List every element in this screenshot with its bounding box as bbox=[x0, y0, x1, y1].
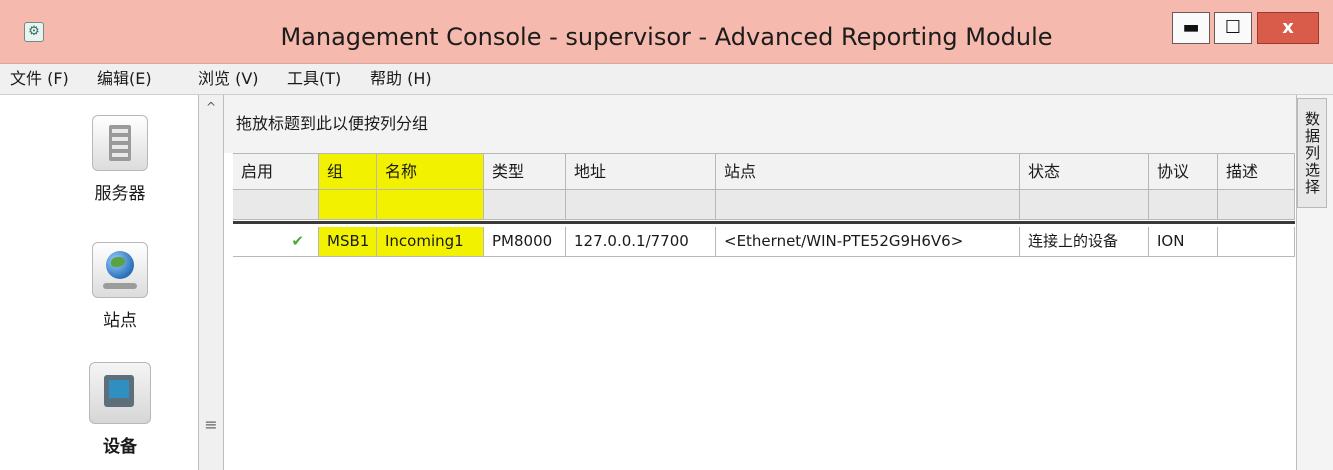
cell-protocol[interactable]: ION bbox=[1149, 227, 1218, 257]
device-icon bbox=[89, 362, 151, 424]
menu-help[interactable]: 帮助 (H) bbox=[370, 64, 432, 94]
window-title: Management Console - supervisor - Advanc… bbox=[280, 23, 1053, 51]
title-bar: ⚙ Management Console - supervisor - Adva… bbox=[0, 0, 1333, 64]
filter-cell-status[interactable] bbox=[1020, 190, 1149, 220]
cell-name[interactable]: Incoming1 bbox=[377, 227, 484, 257]
chevron-up-icon[interactable]: ^ bbox=[204, 99, 218, 115]
enabled-check-icon[interactable]: ✔ bbox=[233, 227, 319, 257]
filter-cell-description[interactable] bbox=[1218, 190, 1295, 220]
menu-bar: 文件 (F) 编辑(E) 浏览 (V) 工具(T) 帮助 (H) bbox=[0, 64, 1333, 95]
nav-item-device[interactable]: 设备 bbox=[70, 362, 170, 457]
column-header-type[interactable]: 类型 bbox=[484, 153, 566, 190]
column-header-status[interactable]: 状态 bbox=[1020, 153, 1149, 190]
nav-label-site: 站点 bbox=[103, 311, 137, 331]
column-header-enabled[interactable]: 启用 bbox=[233, 153, 319, 190]
cell-address[interactable]: 127.0.0.1/7700 bbox=[566, 227, 716, 257]
menu-tools[interactable]: 工具(T) bbox=[287, 64, 341, 94]
group-by-hint[interactable]: 拖放标题到此以便按列分组 bbox=[224, 95, 1296, 153]
menu-file[interactable]: 文件 (F) bbox=[10, 64, 69, 94]
menu-view[interactable]: 浏览 (V) bbox=[198, 64, 259, 94]
filter-cell-protocol[interactable] bbox=[1149, 190, 1218, 220]
column-header-description[interactable]: 描述 bbox=[1218, 153, 1295, 190]
device-grid: 拖放标题到此以便按列分组 启用 组 名称 类型 地址 站点 状态 协议 描述 ✔… bbox=[224, 95, 1296, 470]
filter-cell-name[interactable] bbox=[377, 190, 484, 220]
filter-cell-address[interactable] bbox=[566, 190, 716, 220]
left-navigation: 服务器 站点 设备 bbox=[0, 95, 199, 470]
column-header-group[interactable]: 组 bbox=[319, 153, 377, 190]
menu-edit[interactable]: 编辑(E) bbox=[97, 64, 152, 94]
nav-splitter[interactable]: ^ ≡ bbox=[199, 95, 224, 470]
cell-group[interactable]: MSB1 bbox=[319, 227, 377, 257]
minimize-button[interactable]: ▬ bbox=[1172, 12, 1210, 44]
cell-site[interactable]: <Ethernet/WIN-PTE52G9H6V6> bbox=[716, 227, 1020, 257]
column-chooser-tab[interactable]: 数据列选择 bbox=[1297, 98, 1327, 208]
maximize-button[interactable]: ☐ bbox=[1214, 12, 1252, 44]
column-header-name[interactable]: 名称 bbox=[377, 153, 484, 190]
nav-item-site[interactable]: 站点 bbox=[70, 242, 170, 331]
filter-cell-group[interactable] bbox=[319, 190, 377, 220]
filter-cell-type[interactable] bbox=[484, 190, 566, 220]
server-icon bbox=[92, 115, 148, 171]
filter-cell-site[interactable] bbox=[716, 190, 1020, 220]
cell-status[interactable]: 连接上的设备 bbox=[1020, 227, 1149, 257]
nav-label-server: 服务器 bbox=[94, 184, 146, 204]
cell-type[interactable]: PM8000 bbox=[484, 227, 566, 257]
filter-cell-enabled[interactable] bbox=[233, 190, 319, 220]
close-button[interactable]: x bbox=[1257, 12, 1319, 44]
column-header-protocol[interactable]: 协议 bbox=[1149, 153, 1218, 190]
cell-description[interactable] bbox=[1218, 227, 1295, 257]
column-header-site[interactable]: 站点 bbox=[716, 153, 1020, 190]
column-header-address[interactable]: 地址 bbox=[566, 153, 716, 190]
grip-icon[interactable]: ≡ bbox=[204, 415, 218, 434]
globe-icon bbox=[92, 242, 148, 298]
nav-label-device: 设备 bbox=[103, 437, 137, 457]
grid-separator bbox=[233, 221, 1295, 224]
nav-item-server[interactable]: 服务器 bbox=[70, 115, 170, 204]
